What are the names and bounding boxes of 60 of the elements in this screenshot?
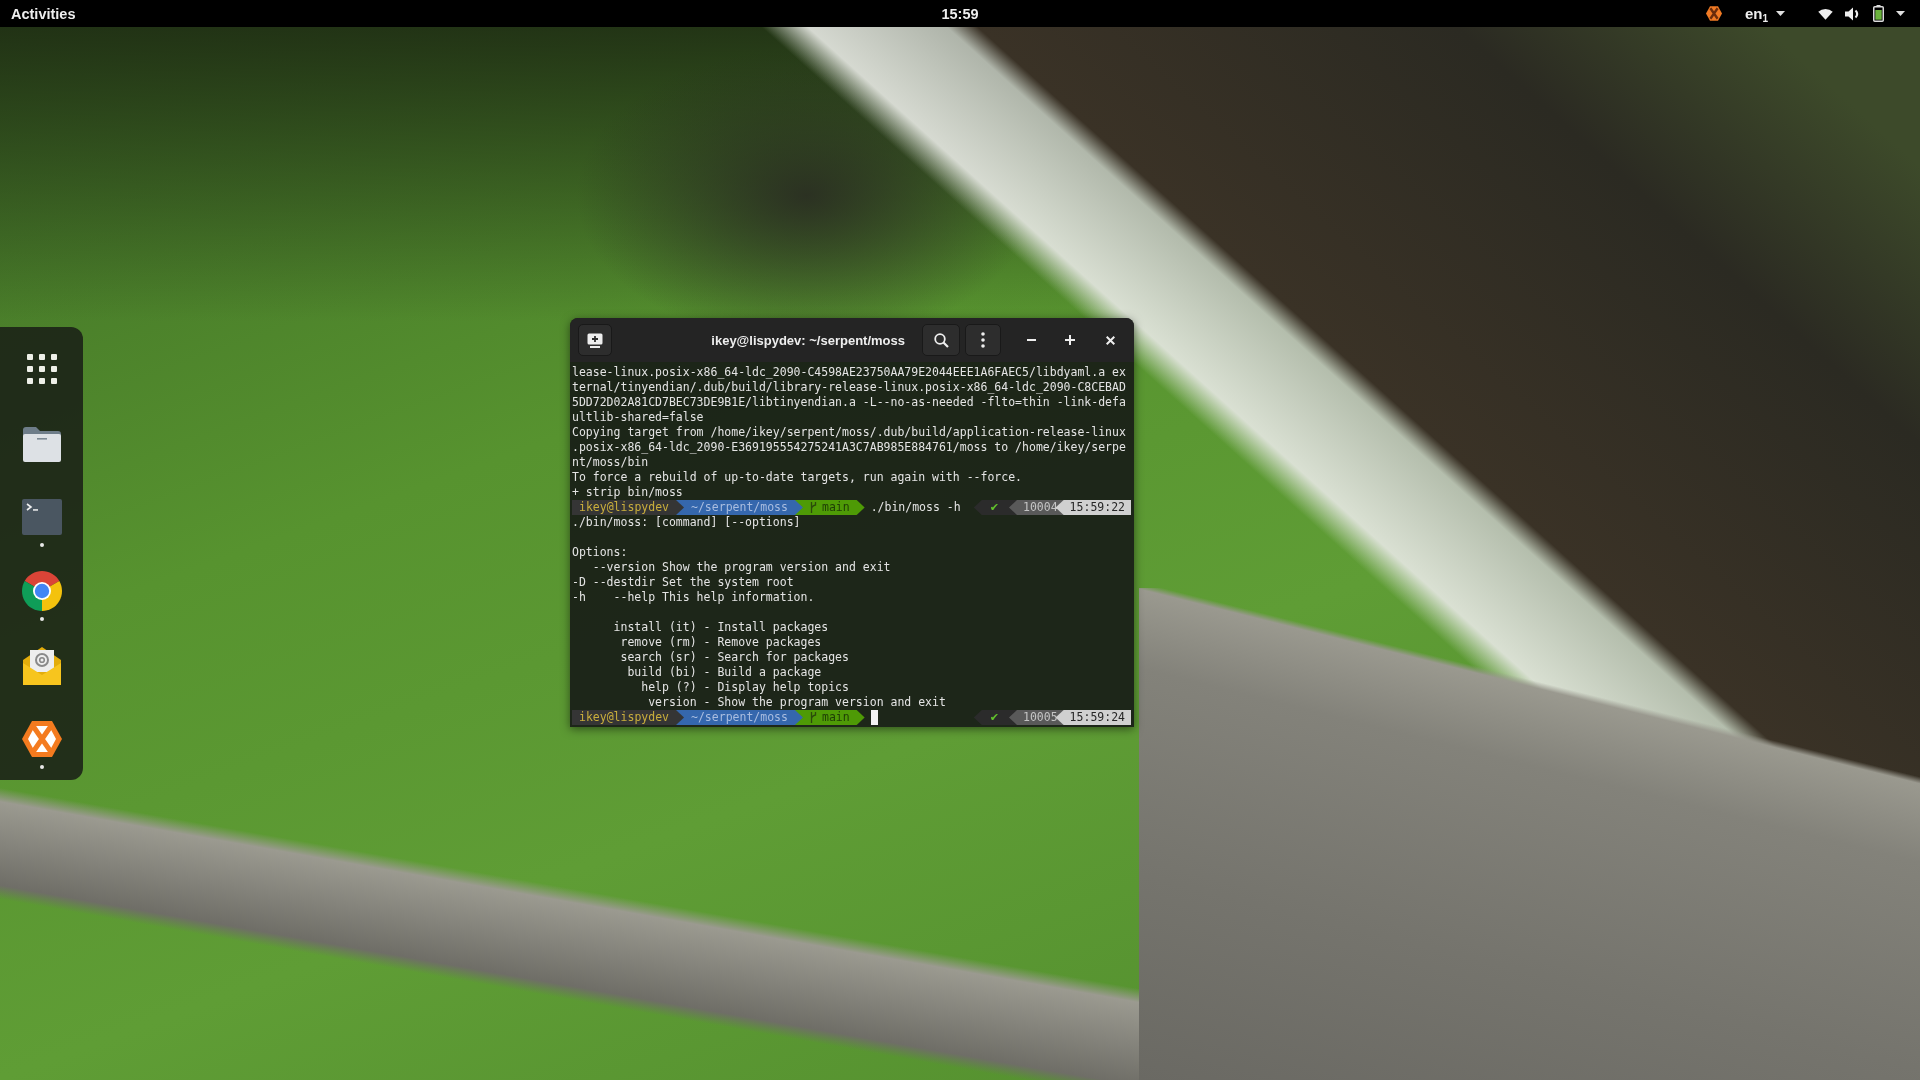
terminal-line: -D --destdir Set the system root — [572, 575, 794, 589]
search-icon — [933, 332, 949, 348]
battery-icon — [1873, 5, 1884, 22]
terminal-line: + strip bin/moss — [572, 485, 683, 499]
terminal-line: lease-linux.posix-x86_64-ldc_2090-C4598AE23750AA79E2044EEE1A6FAEC5/libdyaml.a ex — [572, 365, 1126, 379]
close-icon — [1105, 335, 1115, 345]
terminal-line: Options: — [572, 545, 628, 559]
terminal-line: -h --help This help information. — [572, 590, 815, 604]
terminal-line: install (it) - Install packages — [612, 620, 829, 634]
plus-icon — [1065, 335, 1075, 345]
folder-icon — [21, 424, 62, 462]
terminal-line: search (sr) - Search for packages — [619, 650, 849, 664]
caret-icon — [1896, 11, 1905, 16]
branch-name: main — [821, 710, 850, 725]
branch-icon — [809, 502, 817, 513]
search-button[interactable] — [922, 324, 960, 356]
window-title: ikey@lispydev: ~/serpent/moss — [711, 332, 905, 348]
menu-button[interactable] — [965, 324, 1001, 356]
dot-icon — [39, 543, 44, 547]
indicator-button[interactable] — [1705, 6, 1722, 21]
terminal-line: build (bi) - Build a package — [626, 665, 822, 679]
new-tab-button[interactable] — [578, 324, 612, 356]
branch-name: main — [821, 500, 850, 515]
dot-icon — [39, 617, 44, 621]
hexagon-icon — [1705, 6, 1722, 21]
prompt-time: 15:59:24 — [1055, 710, 1131, 725]
minus-icon — [1026, 339, 1036, 341]
prompt-path: ~/serpent/moss — [676, 710, 803, 725]
segmented-circle-icon — [21, 571, 62, 611]
terminal-line: ternal/tinyendian/.dub/build/library-release-linux.posix-x86_64-ldc_2090-C8CEBAD — [572, 380, 1126, 394]
prompt-user: ikey@lispydev — [572, 710, 684, 725]
keyboard-layout-button[interactable]: en$_{1}$ — [1744, 5, 1785, 22]
terminal-line: 5DD72D02A81CD7BEC73DE9B1E/libtinyendian.a -L--no-as-needed -flto=thin -link-defa — [572, 395, 1126, 409]
prompt-user: ikey@lispydev — [572, 500, 684, 515]
hexagon-icon — [21, 721, 62, 757]
activities-button[interactable]: Activities — [11, 5, 76, 22]
terminal-icon — [21, 499, 62, 535]
terminal-line: ./bin/moss: [command] [--options] — [572, 515, 801, 529]
speaker-icon — [1845, 6, 1861, 21]
dot-icon — [39, 765, 44, 769]
terminal-line: ultlib-shared=false — [572, 410, 704, 424]
prompt-path: ~/serpent/moss — [676, 500, 803, 515]
terminal-line: .posix-x86_64-ldc_2090-E369195554275241A3C7AB985E884761/moss to /home/ikey/serpe — [572, 440, 1126, 454]
terminal-line: --version Show the program version and exit — [591, 560, 891, 574]
command-text: ./bin/moss -h — [870, 500, 961, 515]
terminal-line: Copying target from /home/ikey/serpent/moss/.dub/build/application-release-linux — [572, 425, 1126, 439]
caret-icon — [1776, 11, 1785, 16]
clock-button[interactable]: 15:59 — [941, 5, 979, 22]
app-grid-icon — [26, 354, 57, 384]
branch-icon — [809, 712, 817, 723]
terminal-line: remove (rm) - Remove packages — [619, 635, 822, 649]
terminal-line: nt/moss/bin — [572, 455, 649, 469]
terminal-line: version - Show the program version and exit — [647, 695, 946, 709]
terminal-line: help (?) - Display help topics — [640, 680, 849, 694]
system-menu-button[interactable] — [1818, 5, 1905, 22]
wifi-icon — [1818, 7, 1833, 20]
terminal-line: To force a rebuild of up-to-date targets, run again with --force. — [572, 470, 1023, 484]
menu-icon — [981, 332, 985, 348]
envelope-icon — [21, 645, 62, 685]
add-tab-icon — [587, 332, 603, 348]
